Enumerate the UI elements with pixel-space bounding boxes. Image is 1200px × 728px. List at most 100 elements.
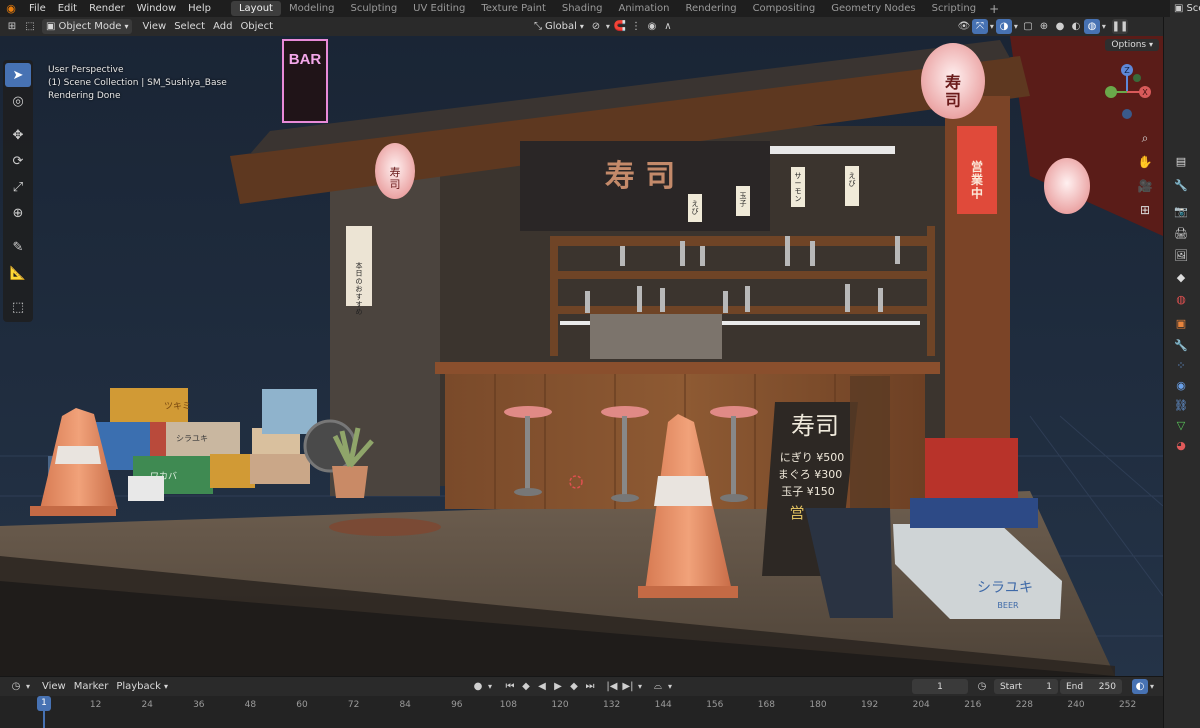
play-reverse-icon[interactable]: ◀ (534, 679, 550, 694)
chevron-down-icon[interactable]: ▾ (486, 679, 494, 694)
editor-type-icon[interactable]: ⊞ (4, 19, 20, 34)
data-properties-icon[interactable]: ▽ (1173, 417, 1189, 433)
jump-start-icon[interactable]: ⏮ (502, 679, 518, 694)
chevron-down-icon[interactable]: ▾ (1012, 19, 1020, 34)
play-icon[interactable]: ▶ (550, 679, 566, 694)
orthographic-grid-icon[interactable]: ⊞ (1135, 200, 1155, 220)
measure-tool-icon[interactable]: 📐 (5, 261, 31, 285)
chevron-down-icon[interactable]: ▾ (666, 679, 674, 694)
menu-view[interactable]: View (138, 19, 170, 34)
tab-compositing[interactable]: Compositing (745, 1, 824, 16)
object-properties-icon[interactable]: ▣ (1173, 315, 1189, 331)
view-layer-icon[interactable]: 🖼 (1173, 247, 1189, 263)
zoom-icon[interactable]: ⌕ (1135, 128, 1155, 148)
modifier-properties-icon[interactable]: 🔧 (1173, 337, 1189, 353)
scale-tool-icon[interactable]: ⤢ (5, 175, 31, 199)
shading-wireframe-icon[interactable]: ⊕ (1036, 19, 1052, 34)
chevron-down-icon[interactable]: ▾ (1100, 19, 1108, 34)
menu-select[interactable]: Select (170, 19, 209, 34)
chevron-down-icon[interactable]: ▾ (636, 679, 644, 694)
timeline-menu-marker[interactable]: Marker (70, 679, 113, 694)
menu-window[interactable]: Window (131, 0, 182, 17)
tool-properties-icon[interactable]: 🔧 (1173, 177, 1189, 193)
menu-file[interactable]: File (23, 0, 52, 17)
shading-solid-icon[interactable]: ● (1052, 19, 1068, 34)
preview-range-icon[interactable]: ◷ (974, 679, 990, 694)
menu-help[interactable]: Help (182, 0, 217, 17)
menu-edit[interactable]: Edit (52, 0, 83, 17)
pan-hand-icon[interactable]: ✋ (1135, 152, 1155, 172)
proportional-edit-icon[interactable]: ◉ (644, 19, 660, 34)
options-dropdown[interactable]: Options ▾ (1105, 39, 1159, 51)
annotate-tool-icon[interactable]: ✎ (5, 235, 31, 259)
timeline-ruler[interactable]: 12 24 36 48 60 72 84 96 108 120 132 144 156 168 180 192… (0, 696, 1163, 728)
visibility-icon[interactable]: 👁 (956, 19, 972, 34)
outliner-filter-icon[interactable]: ▤ (1173, 153, 1189, 169)
scene-selector[interactable]: ▣ Scen (1170, 0, 1200, 17)
tab-geometry-nodes[interactable]: Geometry Nodes (823, 1, 923, 16)
timeline-menu-view[interactable]: View (38, 679, 70, 694)
world-properties-icon[interactable]: ◍ (1173, 291, 1189, 307)
end-frame-field[interactable]: End 250 (1059, 679, 1122, 694)
material-properties-icon[interactable]: ◕ (1173, 437, 1189, 453)
select-box-icon[interactable]: ⬚ (22, 19, 38, 34)
timeline-menu-playback[interactable]: Playback ▾ (112, 679, 172, 694)
gizmo-toggle-icon[interactable]: ⤧ (971, 19, 988, 34)
next-keyframe-icon[interactable]: ◆ (566, 679, 582, 694)
transform-tool-icon[interactable]: ⊕ (5, 201, 31, 225)
playhead[interactable]: 1 (37, 696, 51, 711)
cursor-tool-icon[interactable]: ◎ (5, 89, 31, 113)
tab-texture-paint[interactable]: Texture Paint (473, 1, 554, 16)
chevron-down-icon[interactable]: ▾ (1148, 679, 1156, 694)
chevron-down-icon[interactable]: ▾ (604, 19, 612, 34)
3d-viewport[interactable]: BAR 寿 司 寿司 にぎり ¥500 まぐろ ¥300 玉子 ¥150 営 ツ… (0, 36, 1163, 676)
pause-render-icon[interactable]: ❚❚ (1112, 19, 1128, 34)
navigation-gizmo[interactable]: Z X (1097, 60, 1157, 120)
output-properties-icon[interactable]: 🖨 (1173, 225, 1189, 241)
auto-keying-icon[interactable]: ● (470, 679, 486, 694)
menu-add[interactable]: Add (209, 19, 236, 34)
tab-uv-editing[interactable]: UV Editing (405, 1, 473, 16)
snap-target-icon[interactable]: ⋮ (628, 19, 644, 34)
tab-scripting[interactable]: Scripting (924, 1, 984, 16)
tab-rendering[interactable]: Rendering (677, 1, 744, 16)
add-workspace-button[interactable]: + (984, 2, 1004, 16)
overlay-toggle-icon[interactable]: ◑ (995, 19, 1012, 34)
transform-orientation-dropdown[interactable]: ⤡ Global ▾ (530, 19, 588, 34)
chevron-down-icon[interactable]: ▾ (988, 19, 996, 34)
current-frame-field[interactable]: 1 (911, 679, 968, 694)
blender-logo-icon[interactable]: ◉ (3, 2, 19, 15)
render-properties-icon[interactable]: 📷 (1173, 203, 1189, 219)
move-tool-icon[interactable]: ✥ (5, 123, 31, 147)
physics-icon[interactable]: ◉ (1173, 377, 1189, 393)
menu-object[interactable]: Object (236, 19, 277, 34)
jump-end-icon[interactable]: ⏭ (582, 679, 598, 694)
scene-properties-icon[interactable]: ◆ (1173, 269, 1189, 285)
prev-keyframe-icon[interactable]: ◆ (518, 679, 534, 694)
tab-layout[interactable]: Layout (230, 1, 281, 16)
snap-icon[interactable]: 🧲 (612, 19, 628, 34)
tab-sculpting[interactable]: Sculpting (342, 1, 405, 16)
tab-animation[interactable]: Animation (611, 1, 678, 16)
falloff-icon[interactable]: ∧ (660, 19, 676, 34)
menu-render[interactable]: Render (83, 0, 131, 17)
particles-icon[interactable]: ⁘ (1173, 357, 1189, 373)
prev-keyframe-jump-icon[interactable]: |◀ (604, 679, 620, 694)
add-cube-tool-icon[interactable]: ⬚ (5, 295, 31, 319)
chevron-down-icon[interactable]: ▾ (24, 679, 32, 694)
tab-modeling[interactable]: Modeling (281, 1, 343, 16)
tab-shading[interactable]: Shading (554, 1, 611, 16)
rotate-tool-icon[interactable]: ⟳ (5, 149, 31, 173)
shading-rendered-icon[interactable]: ◍ (1083, 19, 1100, 34)
shading-material-icon[interactable]: ◐ (1068, 19, 1084, 34)
constraints-icon[interactable]: ⛓ (1173, 397, 1189, 413)
clock-icon[interactable]: ◷ (8, 679, 24, 694)
view-options-icon[interactable]: ◐ (1131, 679, 1148, 694)
start-frame-field[interactable]: Start 1 (993, 679, 1058, 694)
xray-icon[interactable]: ▢ (1020, 19, 1036, 34)
select-tool-icon[interactable]: ➤ (5, 63, 31, 87)
pivot-icon[interactable]: ⊘ (588, 19, 604, 34)
keying-set-icon[interactable]: ⌓ (650, 679, 666, 694)
camera-icon[interactable]: 🎥 (1135, 176, 1155, 196)
mode-dropdown[interactable]: ▣ Object Mode ▾ (42, 19, 133, 34)
